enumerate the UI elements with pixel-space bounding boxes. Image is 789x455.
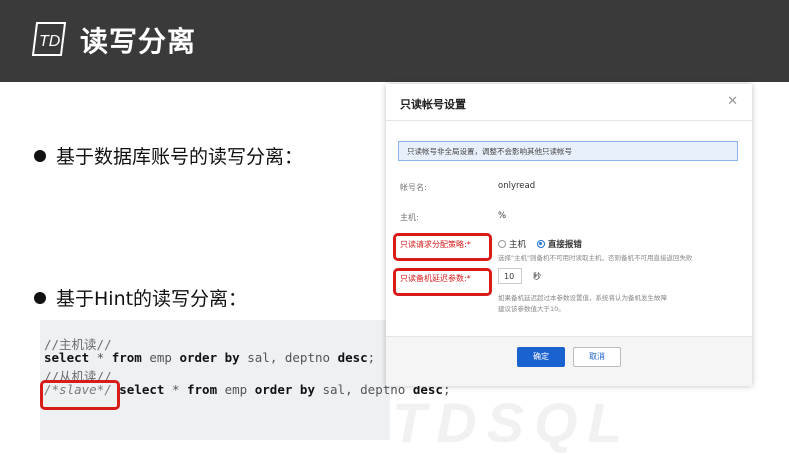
radio-icon [498, 239, 506, 248]
radio-master[interactable]: 主机 [498, 239, 526, 250]
hint-highlight-box [40, 380, 120, 410]
divider [386, 120, 752, 121]
strategy-highlight-box [393, 233, 492, 261]
host-label: 主机: [400, 213, 419, 222]
code-line-master-query: select * from emp order by sal, deptno d… [44, 350, 376, 365]
dialog-title: 只读帐号设置 [400, 98, 466, 111]
bullet-text: 基于数据库账号的读写分离： [56, 146, 304, 168]
delay-unit: 秒 [533, 272, 541, 281]
delay-input[interactable]: 10 [498, 268, 522, 284]
dialog-footer [386, 337, 752, 386]
host-value: % [498, 211, 507, 221]
radio-selected-icon [536, 239, 545, 248]
bullet-dot-icon [34, 291, 46, 304]
confirm-button[interactable]: 确定 [517, 347, 565, 367]
account-value: onlyread [498, 181, 536, 191]
info-notice: 只读帐号非全局设置，调整不会影响其他只读帐号 [398, 141, 738, 161]
delay-hint-2: 建议该参数值大于10。 [498, 305, 565, 313]
slide-header: TD 读写分离 [0, 0, 789, 82]
tdsql-watermark: TDSQL [392, 391, 632, 454]
delay-highlight-box [393, 268, 492, 296]
td-logo-icon: TD [31, 22, 67, 56]
close-icon[interactable]: ✕ [727, 94, 738, 109]
bullet-text: 基于Hint的读写分离： [56, 288, 248, 310]
account-label: 帐号名: [400, 183, 427, 192]
svg-text:TD: TD [39, 33, 61, 50]
strategy-hint: 选择"主机"则备机不可用时读取主机，否则备机不可用直接返回失败 [498, 254, 693, 262]
bullet-dot-icon [34, 149, 46, 162]
slide-title: 读写分离 [80, 25, 197, 58]
bullet-account-split: 基于数据库账号的读写分离： [34, 142, 303, 169]
bullet-hint-split: 基于Hint的读写分离： [34, 284, 247, 311]
radio-direct-error[interactable]: 直接报错 [536, 239, 582, 250]
cancel-button[interactable]: 取消 [573, 347, 621, 367]
strategy-options: 主机 直接报错 [498, 238, 582, 250]
delay-hint-1: 如果备机延迟超过本参数设置值，系统将认为备机发生故障 [498, 294, 667, 302]
